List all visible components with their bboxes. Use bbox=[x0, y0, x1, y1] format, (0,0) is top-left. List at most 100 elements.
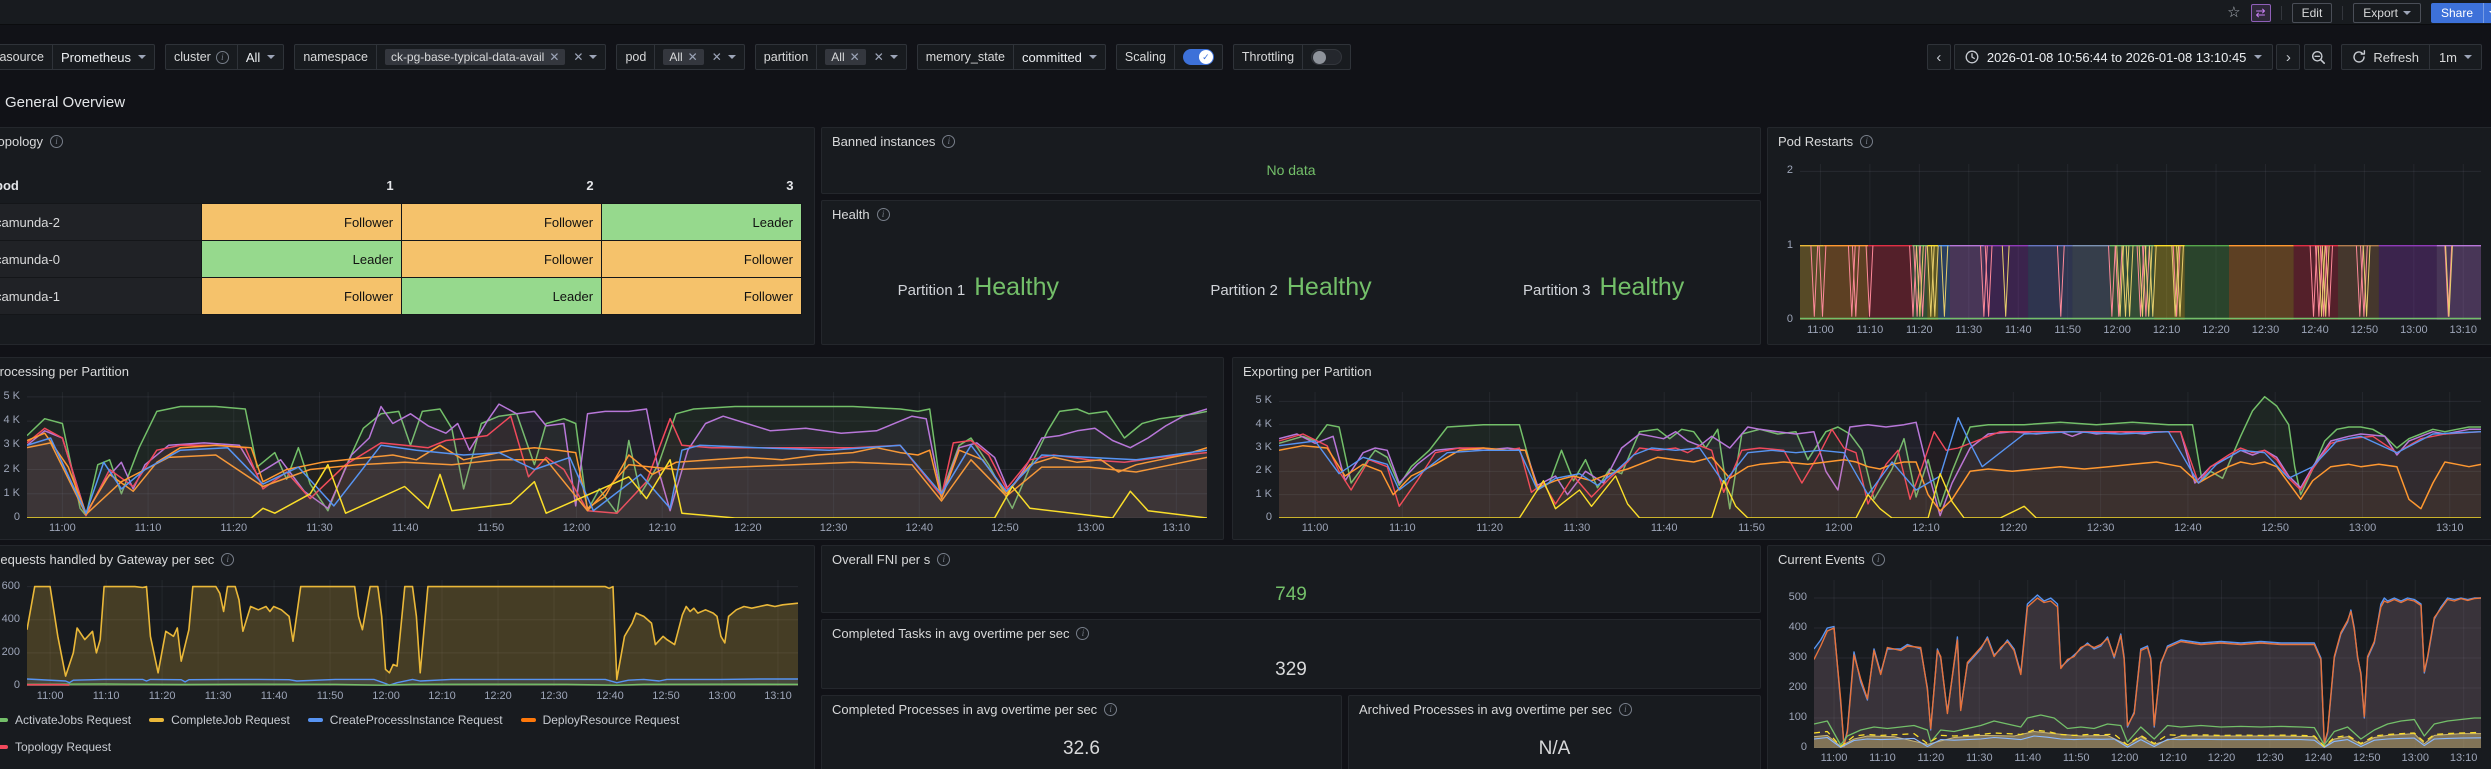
x-axis-tick: 12:00 bbox=[2110, 752, 2139, 764]
clear-filter-icon[interactable]: ✕ bbox=[874, 50, 884, 64]
x-axis-tick: 11:20 bbox=[1905, 324, 1933, 336]
plot-area bbox=[1814, 580, 2481, 748]
partition-health: Partition 3 Healthy bbox=[1522, 273, 1685, 301]
clock-icon bbox=[1965, 50, 1979, 64]
scaling-toggle[interactable]: ✓ bbox=[1182, 49, 1214, 65]
column-header: 2 bbox=[586, 178, 594, 193]
star-icon[interactable]: ☆ bbox=[2227, 5, 2240, 20]
x-axis-tick: 13:10 bbox=[2449, 324, 2478, 336]
info-icon[interactable]: i bbox=[50, 134, 64, 148]
panel-gateway-requests: Requests handled by Gateway per sec i 0 20… bbox=[0, 545, 815, 769]
x-axis-tick: 13:00 bbox=[2401, 752, 2429, 764]
clear-filter-icon[interactable]: ✕ bbox=[573, 50, 583, 64]
legend-item[interactable]: CompleteJob Request bbox=[149, 706, 290, 733]
info-icon[interactable]: i bbox=[1871, 552, 1885, 566]
scaling-filter: Scaling ✓ bbox=[1115, 44, 1223, 70]
datasource-filter: Datasource Prometheus bbox=[0, 44, 156, 70]
y-axis-tick: 5 K bbox=[3, 389, 20, 402]
x-axis-tick: 11:30 bbox=[1563, 522, 1591, 534]
remove-tag-icon[interactable]: ✕ bbox=[850, 50, 860, 64]
pod-name-cell: camunda-1 bbox=[0, 277, 203, 315]
chevron-down-icon[interactable] bbox=[589, 55, 598, 59]
time-range-text: 2026-01-08 10:56:44 to 2026-01-08 13:10:… bbox=[1986, 49, 2247, 65]
panel-completed-processes: Completed Processes in avg overtime per … bbox=[821, 695, 1342, 769]
clear-filter-icon[interactable]: ✕ bbox=[712, 50, 722, 64]
legend-item[interactable]: CreateProcessInstance Request bbox=[307, 706, 503, 733]
x-axis-tick: 11:00 bbox=[49, 522, 76, 534]
role-cell: Leader bbox=[201, 240, 403, 278]
x-axis-tick: 11:20 bbox=[1917, 752, 1945, 764]
info-icon[interactable]: i bbox=[876, 207, 890, 221]
x-axis-tick: 11:40 bbox=[2004, 324, 2032, 336]
throttling-toggle[interactable] bbox=[1311, 49, 1343, 65]
time-back-button[interactable]: ‹ bbox=[1926, 44, 1951, 70]
x-axis-tick: 12:30 bbox=[540, 690, 568, 702]
panel-title: Requests handled by Gateway per sec bbox=[0, 551, 215, 567]
x-axis-tick: 12:40 bbox=[596, 690, 624, 702]
x-axis-tick: 11:10 bbox=[1856, 324, 1884, 336]
pod-restarts-chart: 0 1 2 11:00 11:10 11:20 11:30 11:40 11:50 12:00 12… bbox=[1776, 158, 2489, 338]
info-icon[interactable]: i bbox=[1860, 134, 1874, 148]
x-axis-tick: 12:00 bbox=[1824, 522, 1853, 534]
x-axis-tick: 11:10 bbox=[134, 522, 162, 534]
x-axis-tick: 12:00 bbox=[372, 690, 400, 702]
panel-title: Health bbox=[832, 206, 870, 222]
role-cell: Follower bbox=[201, 277, 403, 315]
edit-button[interactable]: Edit bbox=[2291, 2, 2333, 23]
share-button[interactable]: Share bbox=[2430, 2, 2483, 23]
role-cell: Follower bbox=[401, 240, 603, 278]
x-axis-tick: 12:10 bbox=[428, 690, 456, 702]
y-axis-tick: 100 bbox=[1788, 711, 1807, 723]
legend-color-dash bbox=[0, 717, 8, 722]
memory-state-select[interactable]: committed bbox=[1014, 50, 1105, 65]
x-axis-tick: 11:30 bbox=[306, 522, 333, 534]
info-icon[interactable]: i bbox=[215, 50, 229, 64]
y-axis-tick: 600 bbox=[1, 579, 20, 592]
panel-banned-instances: Banned instances i No data bbox=[821, 127, 1761, 194]
time-range-picker[interactable]: 2026-01-08 10:56:44 to 2026-01-08 13:10:… bbox=[1953, 44, 2274, 70]
panel-current-events: Current Events i 0 100 200 300 400 500 11:00 11:… bbox=[1767, 545, 2491, 769]
exporting-chart: 0 1 K 2 K 3 K 4 K 5 K 11:00 11:10 11:20 11:30 11:4… bbox=[1241, 386, 2489, 536]
export-button[interactable]: Export bbox=[2353, 2, 2421, 23]
x-axis-tick: 11:40 bbox=[1650, 522, 1678, 534]
remove-tag-icon[interactable]: ✕ bbox=[549, 50, 559, 64]
swap-arrows-icon[interactable]: ⇄ bbox=[2250, 3, 2271, 22]
cluster-label: cluster bbox=[174, 50, 211, 64]
panel-title: Processing per Partition bbox=[0, 363, 130, 379]
info-icon[interactable]: i bbox=[1618, 702, 1632, 716]
role-cell: Follower bbox=[201, 203, 403, 241]
y-axis-tick: 2 bbox=[1786, 164, 1793, 177]
y-axis-tick: 0 bbox=[13, 679, 20, 691]
x-axis-tick: 12:10 bbox=[1912, 522, 1940, 534]
refresh-button[interactable]: Refresh bbox=[2342, 45, 2430, 69]
info-icon[interactable]: i bbox=[942, 134, 956, 148]
row-general-overview[interactable]: General Overview bbox=[0, 90, 125, 114]
chevron-down-icon[interactable] bbox=[727, 55, 736, 59]
info-icon[interactable]: i bbox=[221, 552, 235, 566]
chevron-down-icon bbox=[2464, 55, 2472, 59]
info-icon[interactable]: i bbox=[937, 552, 951, 566]
legend-item[interactable]: ActivateJobs Request bbox=[0, 706, 131, 733]
info-icon[interactable]: i bbox=[1104, 702, 1118, 716]
x-axis-tick: 11:40 bbox=[2014, 752, 2042, 764]
pod-name-cell: camunda-2 bbox=[0, 203, 203, 241]
datasource-select[interactable]: Prometheus bbox=[53, 50, 154, 65]
y-axis-tick: 1 K bbox=[3, 486, 20, 499]
x-axis-tick: 11:20 bbox=[148, 690, 176, 702]
info-icon[interactable]: i bbox=[1076, 626, 1090, 640]
time-forward-button[interactable]: › bbox=[2276, 44, 2301, 70]
role-cell: Follower bbox=[601, 240, 802, 278]
zoom-out-button[interactable] bbox=[2304, 44, 2333, 70]
share-dropdown-button[interactable] bbox=[2483, 2, 2491, 23]
health-status: Healthy bbox=[1599, 273, 1685, 301]
refresh-interval-select[interactable]: 1m bbox=[2430, 50, 2481, 65]
y-axis-tick: 4 K bbox=[1255, 417, 1272, 430]
pod-tag[interactable]: All ✕ bbox=[663, 49, 704, 65]
namespace-tag[interactable]: ck-pg-base-typical-data-avail ✕ bbox=[384, 49, 566, 65]
partition-tag[interactable]: All ✕ bbox=[825, 49, 866, 65]
remove-tag-icon[interactable]: ✕ bbox=[688, 50, 698, 64]
cluster-select[interactable]: All bbox=[238, 50, 283, 65]
legend-item[interactable]: Topology Request bbox=[0, 733, 111, 760]
chevron-down-icon[interactable] bbox=[889, 55, 898, 59]
legend-item[interactable]: DeployResource Request bbox=[520, 706, 679, 733]
